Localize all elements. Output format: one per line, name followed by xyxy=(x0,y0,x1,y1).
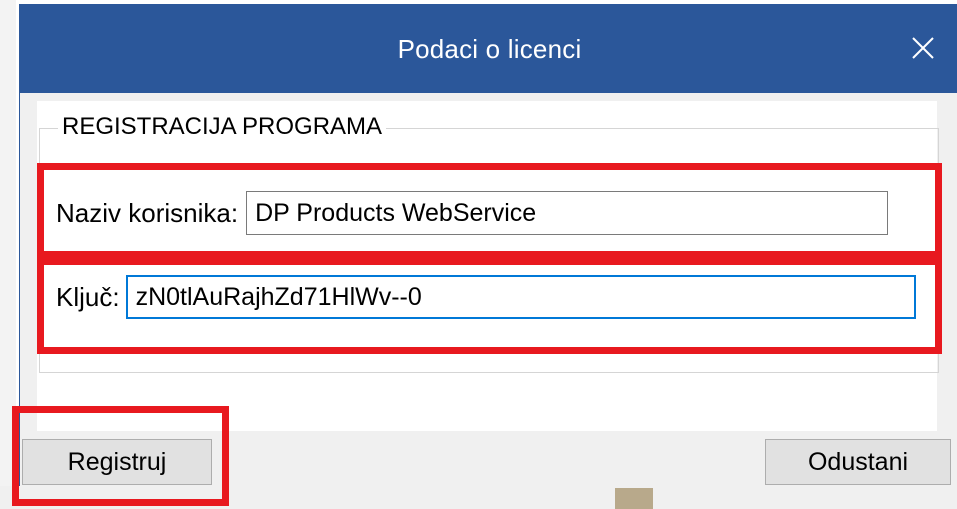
groupbox-legend: REGISTRACIJA PROGRAMA xyxy=(58,113,387,141)
license-dialog: Podaci o licenci REGISTRACIJA PROGRAMA N… xyxy=(19,4,957,486)
title-bar[interactable]: Podaci o licenci xyxy=(20,4,957,93)
background-item xyxy=(615,488,653,509)
background-taskbar xyxy=(0,486,957,509)
register-button[interactable]: Registruj xyxy=(22,439,212,485)
close-button[interactable] xyxy=(899,24,947,72)
background-strip xyxy=(0,0,16,509)
close-icon xyxy=(912,37,934,59)
key-row: Ključ: zN0tlAuRajhZd71HlWv--0 xyxy=(56,275,916,319)
username-row: Naziv korisnika: DP Products WebService xyxy=(56,191,889,235)
cancel-button[interactable]: Odustani xyxy=(765,439,951,485)
key-value: zN0tlAuRajhZd71HlWv--0 xyxy=(135,282,422,311)
username-label: Naziv korisnika: xyxy=(56,197,239,228)
username-field[interactable]: DP Products WebService xyxy=(246,191,889,235)
dialog-body: REGISTRACIJA PROGRAMA Naziv korisnika: D… xyxy=(20,93,957,486)
key-label: Ključ: xyxy=(56,281,120,312)
username-value: DP Products WebService xyxy=(255,198,537,227)
registration-groupbox xyxy=(39,128,939,373)
dialog-title: Podaci o licenci xyxy=(397,34,582,64)
key-field[interactable]: zN0tlAuRajhZd71HlWv--0 xyxy=(125,275,916,319)
